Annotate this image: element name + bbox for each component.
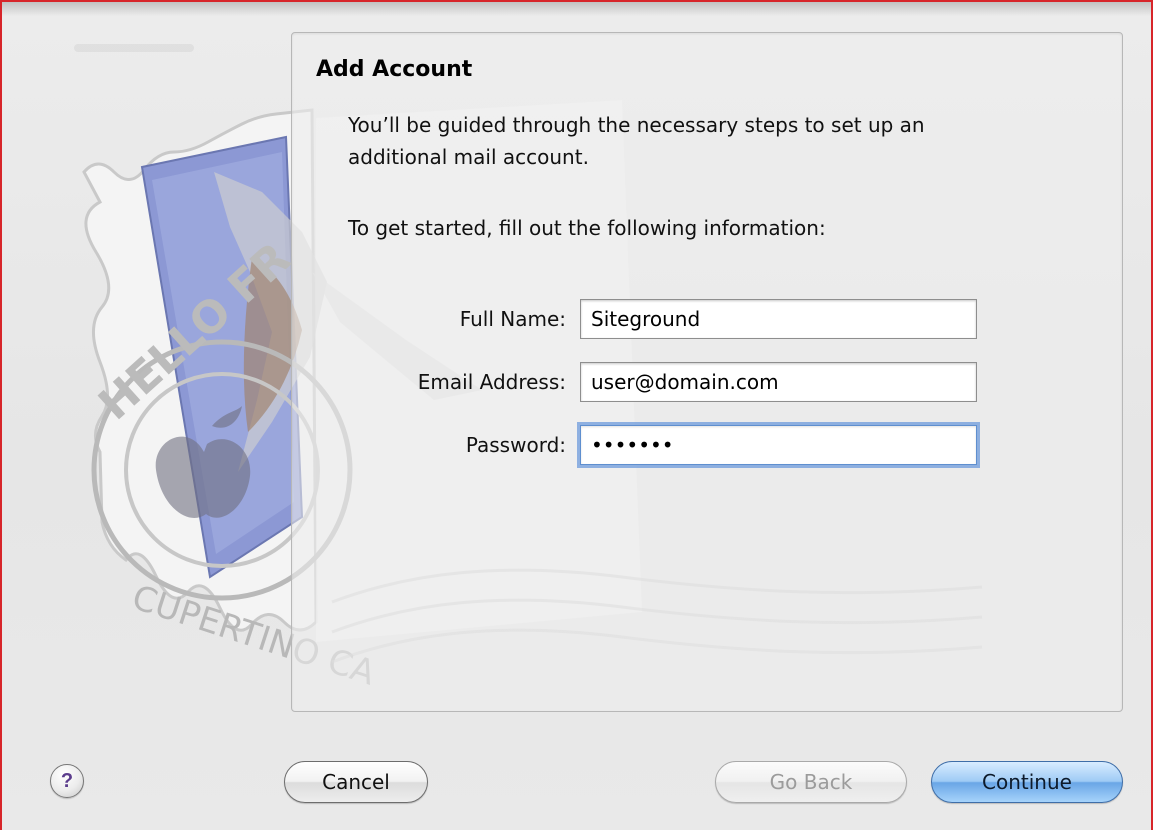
intro-text: You’ll be guided through the necessary s… <box>348 113 925 169</box>
email-address-field[interactable] <box>580 362 977 402</box>
continue-button[interactable]: Continue <box>931 761 1123 803</box>
help-icon: ? <box>60 770 74 792</box>
setup-prompt: To get started, fill out the following i… <box>348 216 826 240</box>
email-address-label: Email Address: <box>417 370 566 394</box>
password-field[interactable] <box>580 425 977 465</box>
password-label: Password: <box>465 433 566 457</box>
full-name-label: Full Name: <box>459 307 566 331</box>
go-back-button[interactable]: Go Back <box>715 761 907 803</box>
dialog-title: Add Account <box>316 57 473 82</box>
cancel-button[interactable]: Cancel <box>284 761 428 803</box>
full-name-field[interactable] <box>580 299 977 339</box>
add-account-dialog: HELLO FR CUPERTINO CA Add Account You’ll… <box>0 0 1153 830</box>
help-button[interactable]: ? <box>50 764 84 798</box>
